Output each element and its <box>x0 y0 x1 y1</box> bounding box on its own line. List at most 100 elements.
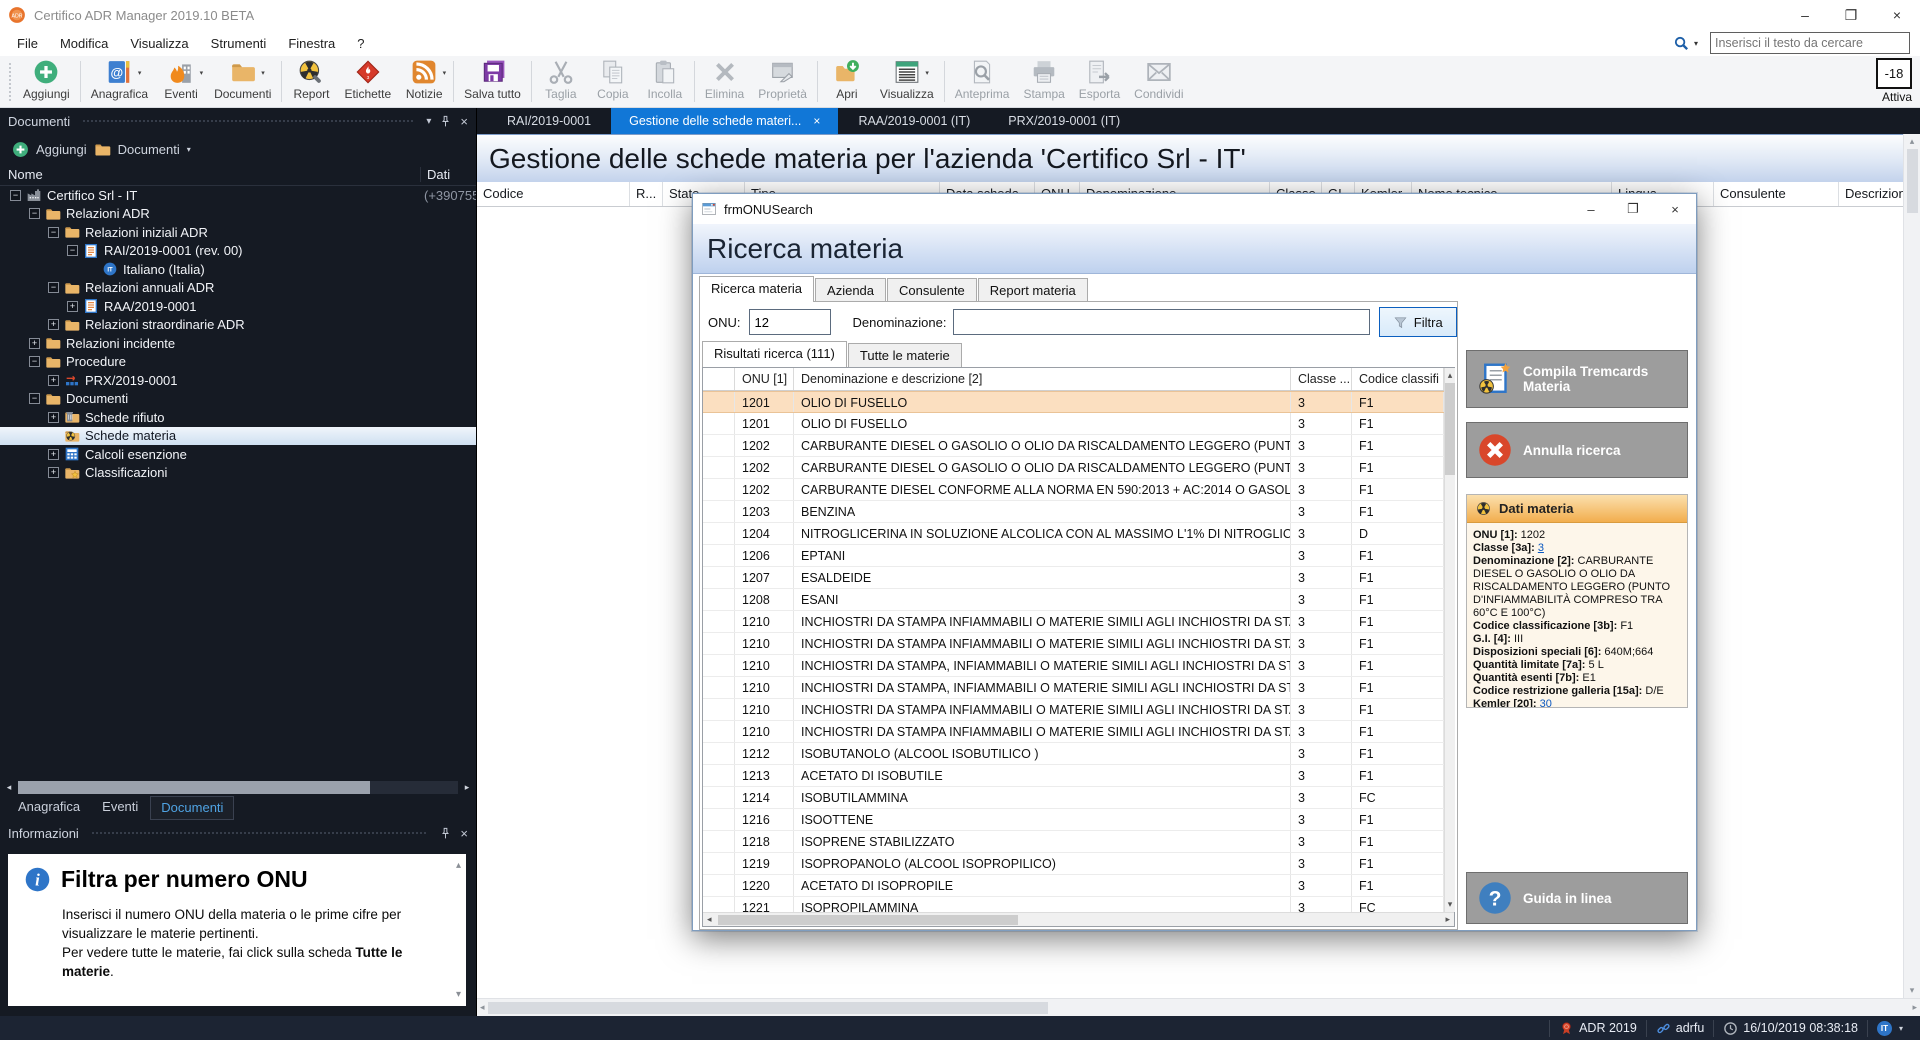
panel-tab-documenti[interactable]: Documenti <box>150 796 234 820</box>
panel-tab-eventi[interactable]: Eventi <box>92 796 148 820</box>
result-row[interactable]: 1203BENZINA3F1 <box>703 501 1444 523</box>
result-row[interactable]: 1208ESANI3F1 <box>703 589 1444 611</box>
panel-menu-chevron-icon[interactable]: ▾ <box>426 116 431 127</box>
main-horizontal-scrollbar[interactable]: ◂ ▸ <box>477 998 1920 1016</box>
result-row[interactable]: 1202CARBURANTE DIESEL CONFORME ALLA NORM… <box>703 479 1444 501</box>
tree-item-prx-2019-0001[interactable]: +PRX/2019-0001 <box>0 371 476 390</box>
tree-item-relazioni-iniziali-adr[interactable]: −Relazioni iniziali ADR <box>0 223 476 242</box>
grid-vertical-scrollbar[interactable]: ▴ ▾ <box>1444 368 1455 912</box>
toolbar-button-elimina[interactable]: Elimina <box>698 56 751 107</box>
expand-icon[interactable]: + <box>48 449 59 460</box>
scrollbar-thumb[interactable] <box>488 1002 1048 1014</box>
scroll-down-icon[interactable]: ▾ <box>456 989 461 1000</box>
pin-icon[interactable] <box>439 827 452 840</box>
maximize-button[interactable]: ❐ <box>1828 0 1874 30</box>
doc-tab-raa-2019-0001-it[interactable]: RAA/2019-0001 (IT) <box>840 108 988 134</box>
chevron-down-icon[interactable]: ▾ <box>138 69 142 77</box>
grid-column-denominazione-e-descrizione-2[interactable]: Denominazione e descrizione [2] <box>794 368 1291 390</box>
main-column-codice[interactable]: Codice <box>477 182 630 206</box>
add-icon[interactable] <box>12 141 29 158</box>
menu-item-finestra[interactable]: Finestra <box>277 36 346 51</box>
menu-item-modifica[interactable]: Modifica <box>49 36 119 51</box>
result-row[interactable]: 1206EPTANI3F1 <box>703 545 1444 567</box>
collapse-icon[interactable]: − <box>29 393 40 404</box>
result-row[interactable]: 1210INCHIOSTRI DA STAMPA INFIAMMABILI O … <box>703 633 1444 655</box>
search-options-chevron-icon[interactable]: ▾ <box>1694 39 1698 48</box>
tab-close-icon[interactable]: × <box>813 114 820 128</box>
dialog-tab-azienda[interactable]: Azienda <box>815 278 886 302</box>
tree-item-rai-2019-0001-rev-00[interactable]: −RAI/2019-0001 (rev. 00) <box>0 242 476 261</box>
toolbar-button-report[interactable]: Report <box>285 56 337 107</box>
tree-item-raa-2019-0001[interactable]: +RAA/2019-0001 <box>0 297 476 316</box>
dialog-maximize-button[interactable]: ❐ <box>1612 194 1654 224</box>
panel-add-button[interactable]: Aggiungi <box>36 142 87 157</box>
toolbar-button-salva-tutto[interactable]: Salva tutto <box>457 56 528 107</box>
scroll-left-icon[interactable]: ◂ <box>707 914 712 925</box>
result-row[interactable]: 1204NITROGLICERINA IN SOLUZIONE ALCOLICA… <box>703 523 1444 545</box>
result-row[interactable]: 1210INCHIOSTRI DA STAMPA, INFIAMMABILI O… <box>703 677 1444 699</box>
menu-item-file[interactable]: File <box>6 36 49 51</box>
guida-button[interactable]: ? Guida in linea <box>1466 872 1688 924</box>
toolbar-button-eventi[interactable]: ▾Eventi <box>155 56 207 107</box>
collapse-icon[interactable]: − <box>67 245 78 256</box>
status-item-adr-2019[interactable]: ADR 2019 <box>1549 1020 1646 1037</box>
result-row[interactable]: 1221ISOPROPILAMMINA3FC <box>703 897 1444 912</box>
scroll-right-icon[interactable]: ▸ <box>1912 1002 1917 1013</box>
menu-item-item[interactable]: ? <box>346 36 375 51</box>
toolbar-button-stampa[interactable]: Stampa <box>1016 56 1071 107</box>
scrollbar-thumb[interactable] <box>1907 149 1918 213</box>
result-row[interactable]: 1210INCHIOSTRI DA STAMPA INFIAMMABILI O … <box>703 699 1444 721</box>
dialog-close-button[interactable]: × <box>1654 194 1696 224</box>
chevron-down-icon[interactable]: ▾ <box>443 69 447 77</box>
scroll-down-icon[interactable]: ▾ <box>1448 899 1453 910</box>
collapse-icon[interactable]: − <box>29 356 40 367</box>
expand-icon[interactable]: + <box>67 301 78 312</box>
tree-item-relazioni-adr[interactable]: −Relazioni ADR <box>0 205 476 224</box>
scrollbar-track[interactable] <box>18 781 458 794</box>
search-icon[interactable] <box>1673 35 1690 52</box>
grid-column-row-selector[interactable] <box>703 368 735 390</box>
subtab-tutte-le-materie[interactable]: Tutte le materie <box>848 343 962 367</box>
column-nome[interactable]: Nome <box>0 167 420 182</box>
collapse-icon[interactable]: − <box>10 190 21 201</box>
grid-column-codice-classifi[interactable]: Codice classifi <box>1352 368 1444 390</box>
dialog-tab-ricerca-materia[interactable]: Ricerca materia <box>699 276 814 302</box>
dati-field-value[interactable]: 30 <box>1540 698 1552 707</box>
main-vertical-scrollbar[interactable]: ▴ ▾ <box>1903 134 1920 998</box>
dialog-tab-report-materia[interactable]: Report materia <box>978 278 1088 302</box>
result-row[interactable]: 1201OLIO DI FUSELLO3F1 <box>703 413 1444 435</box>
tree-item-documenti[interactable]: −Documenti <box>0 390 476 409</box>
toolbar-button-anteprima[interactable]: Anteprima <box>948 56 1017 107</box>
tree-item-schede-rifiuto[interactable]: +Schede rifiuto <box>0 408 476 427</box>
tree-item-classificazioni[interactable]: +Classificazioni <box>0 464 476 483</box>
dialog-minimize-button[interactable]: – <box>1570 194 1612 224</box>
expand-icon[interactable]: + <box>29 338 40 349</box>
denominazione-input[interactable] <box>953 309 1369 335</box>
toolbar-button-propriet[interactable]: Proprietà <box>751 56 814 107</box>
toolbar-button-etichette[interactable]: 3Etichette <box>337 56 398 107</box>
toolbar-button-documenti[interactable]: ▾Documenti <box>207 56 278 107</box>
panel-close-icon[interactable]: × <box>460 114 468 129</box>
result-row[interactable]: 1202CARBURANTE DIESEL O GASOLIO O OLIO D… <box>703 457 1444 479</box>
result-row[interactable]: 1212ISOBUTANOLO (ALCOOL ISOBUTILICO )3F1 <box>703 743 1444 765</box>
dati-field-value[interactable]: 3 <box>1538 542 1544 554</box>
scrollbar-thumb[interactable] <box>718 915 1018 925</box>
toolbar-button-anagrafica[interactable]: @▾Anagrafica <box>84 56 155 107</box>
status-item-adrfu[interactable]: adrfu <box>1646 1020 1714 1037</box>
scroll-left-icon[interactable]: ◂ <box>2 782 16 793</box>
status-item-16-10-2019-08-38-18[interactable]: 16/10/2019 08:38:18 <box>1713 1020 1867 1037</box>
minimize-button[interactable]: – <box>1782 0 1828 30</box>
panel-documents-button[interactable]: Documenti <box>118 142 180 157</box>
scroll-left-icon[interactable]: ◂ <box>480 1002 485 1013</box>
status-item-it[interactable]: IT▾ <box>1867 1020 1912 1037</box>
column-dati[interactable]: Dati <box>420 167 476 182</box>
scroll-up-icon[interactable]: ▴ <box>1448 370 1453 381</box>
tree-item-schede-materia[interactable]: Schede materia <box>0 427 476 446</box>
toolbar-button-copia[interactable]: Copia <box>587 56 639 107</box>
tree-item-italiano-italia[interactable]: ITItaliano (Italia) <box>0 260 476 279</box>
result-row[interactable]: 1210INCHIOSTRI DA STAMPA INFIAMMABILI O … <box>703 721 1444 743</box>
toolbar-button-notizie[interactable]: ▾Notizie <box>398 56 450 107</box>
panel-close-icon[interactable]: × <box>460 826 468 841</box>
tree-item-procedure[interactable]: −Procedure <box>0 353 476 372</box>
tree-item-certifico-srl-it[interactable]: −Certifico Srl - IT(+3907559 <box>0 186 476 205</box>
